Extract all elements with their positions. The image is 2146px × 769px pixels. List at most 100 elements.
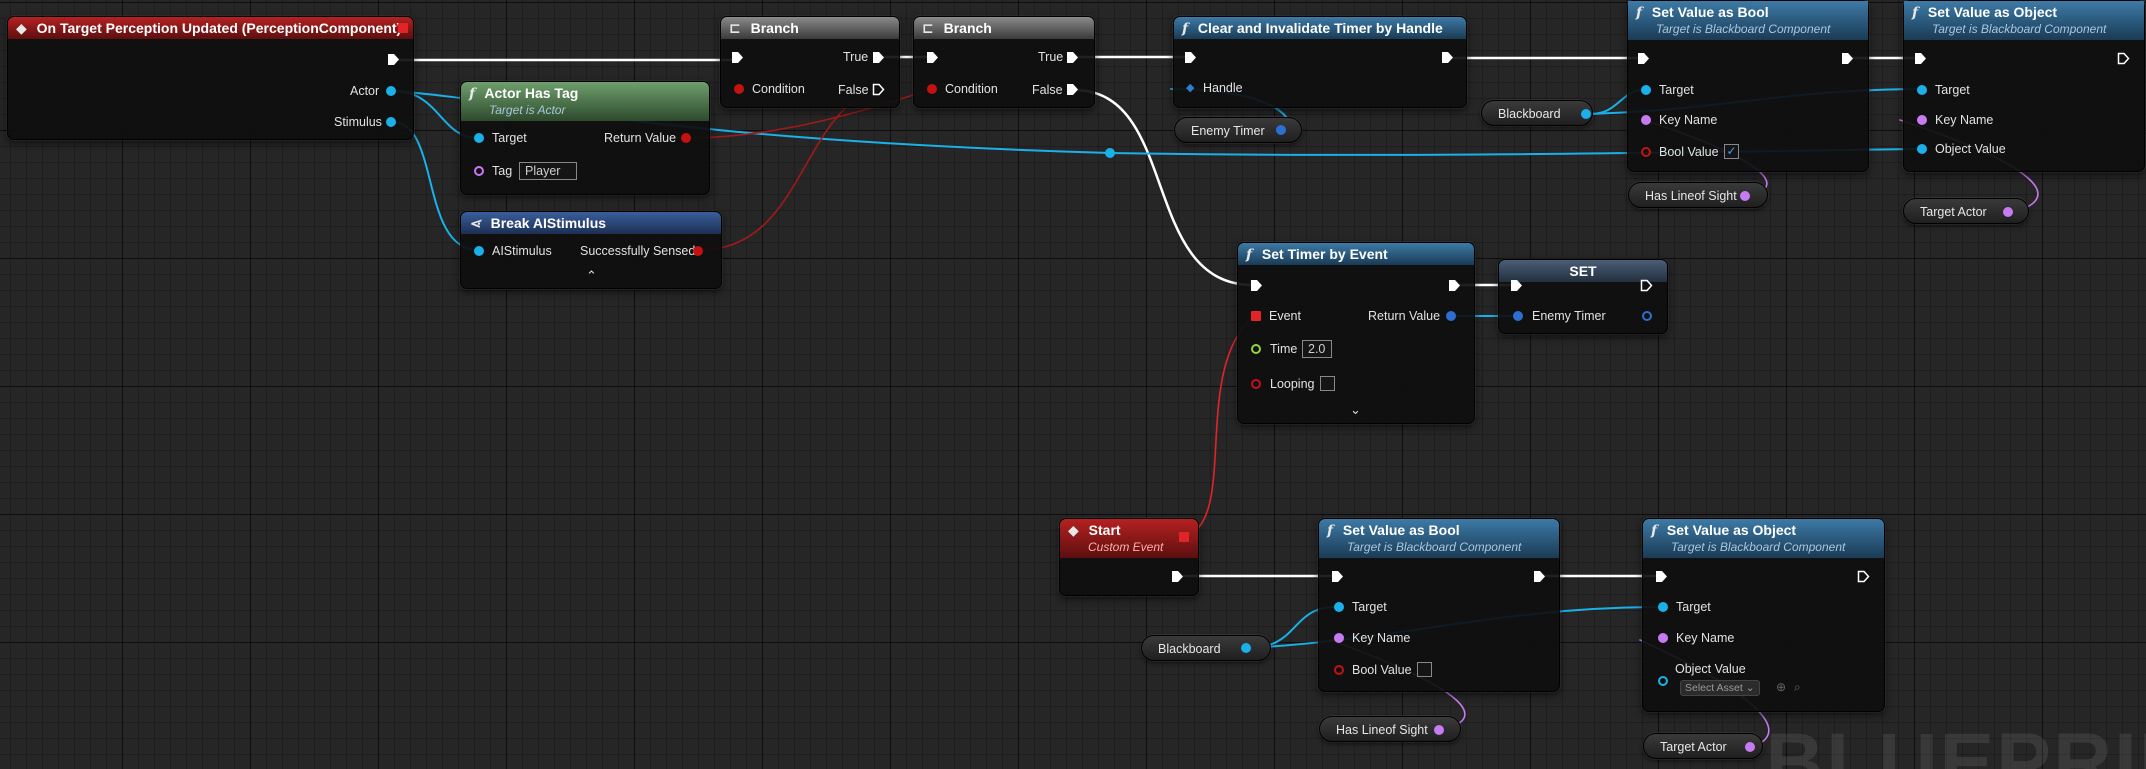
exec-out-pin[interactable] xyxy=(1857,570,1870,583)
exec-in-pin[interactable] xyxy=(1914,52,1927,65)
time-value-input[interactable]: 2.0 xyxy=(1302,340,1332,358)
key-name-pin[interactable] xyxy=(1658,633,1668,643)
use-selected-asset-icon[interactable]: ⊕ xyxy=(1776,680,1786,694)
exec-out-pin[interactable] xyxy=(1640,279,1653,292)
time-pin-label: Time xyxy=(1270,342,1298,356)
expand-chevron-icon[interactable]: ⌄ xyxy=(1350,402,1361,418)
enemy-timer-in-pin[interactable] xyxy=(1513,311,1523,321)
reroute-knot xyxy=(1105,148,1115,158)
branch-icon: ⊏ xyxy=(922,21,934,37)
tag-pin[interactable] xyxy=(474,166,484,176)
stimulus-pin-label: Stimulus xyxy=(334,115,382,129)
node-title: On Target Perception Updated (Perception… xyxy=(36,20,402,36)
event-delegate-pin[interactable] xyxy=(1251,311,1261,321)
variable-label: Target Actor xyxy=(1660,740,1727,754)
bool-value-pin[interactable] xyxy=(1641,147,1651,157)
time-pin[interactable] xyxy=(1251,344,1261,354)
target-pin[interactable] xyxy=(1641,85,1651,95)
exec-out-pin[interactable] xyxy=(1441,51,1454,64)
enemy-timer-pin[interactable] xyxy=(1276,125,1286,135)
tag-value-input[interactable]: Player xyxy=(519,162,577,180)
target-actor-pin[interactable] xyxy=(1745,742,1755,752)
select-asset-dropdown[interactable]: Select Asset ⌄ xyxy=(1680,680,1760,696)
looping-pin[interactable] xyxy=(1251,379,1261,389)
target-pin[interactable] xyxy=(1917,85,1927,95)
function-icon: f xyxy=(1327,523,1334,539)
target-actor-pin[interactable] xyxy=(2003,207,2013,217)
expand-chevron-icon[interactable]: ⌃ xyxy=(586,268,597,284)
false-pin-label: False xyxy=(1032,83,1063,97)
handle-pin-icon[interactable]: ◆ xyxy=(1186,81,1194,95)
exec-out-pin[interactable] xyxy=(1533,570,1546,583)
target-pin-label: Target xyxy=(1659,83,1694,97)
exec-in-pin[interactable] xyxy=(1510,279,1523,292)
exec-in-pin[interactable] xyxy=(1637,52,1650,65)
node-title: Start xyxy=(1088,522,1121,538)
target-pin[interactable] xyxy=(1658,602,1668,612)
exec-out-pin[interactable] xyxy=(387,53,400,66)
start-custom-event-node[interactable]: ◆ Start Custom Event xyxy=(1059,518,1199,596)
true-exec-pin[interactable] xyxy=(872,51,885,64)
exec-out-pin[interactable] xyxy=(1841,52,1854,65)
has-lineof-sight-pin[interactable] xyxy=(1434,725,1444,735)
bool-value-checkbox[interactable] xyxy=(1417,662,1432,677)
exec-in-pin[interactable] xyxy=(1184,51,1197,64)
blackboard-variable[interactable]: Blackboard xyxy=(1481,100,1593,126)
stimulus-pin[interactable] xyxy=(386,117,396,127)
key-name-pin-label: Key Name xyxy=(1935,113,1994,127)
key-name-pin[interactable] xyxy=(1334,633,1344,643)
return-value-pin[interactable] xyxy=(681,133,691,143)
branch-node-header: ⊏ Branch xyxy=(914,17,1094,39)
blackboard-variable[interactable]: Blackboard xyxy=(1141,635,1271,661)
blueprint-graph-canvas[interactable]: BLUEPRINT xyxy=(0,0,2146,769)
function-icon: f xyxy=(469,86,476,102)
exec-out-pin[interactable] xyxy=(1448,279,1461,292)
target-pin-label: Target xyxy=(1352,600,1387,614)
set-timer-by-event-node[interactable]: f Set Timer by Event xyxy=(1237,242,1475,424)
ai-stimulus-pin[interactable] xyxy=(474,246,484,256)
successfully-sensed-pin[interactable] xyxy=(693,246,703,256)
false-exec-pin[interactable] xyxy=(1066,83,1079,96)
true-exec-pin[interactable] xyxy=(1066,51,1079,64)
false-exec-pin[interactable] xyxy=(872,83,885,96)
enemy-timer-out-pin[interactable] xyxy=(1642,311,1652,321)
variable-label: Blackboard xyxy=(1498,107,1561,121)
set-value-as-object-node-bottom[interactable]: f Set Value as Object Target is Blackboa… xyxy=(1642,518,1885,712)
exec-out-pin[interactable] xyxy=(2117,52,2130,65)
condition-pin[interactable] xyxy=(927,84,937,94)
exec-in-pin[interactable] xyxy=(1331,570,1344,583)
return-value-pin-label: Return Value xyxy=(1368,309,1441,323)
blackboard-pin[interactable] xyxy=(1241,643,1251,653)
bool-value-pin-label: Bool Value xyxy=(1352,663,1412,677)
exec-out-pin[interactable] xyxy=(1171,570,1184,583)
key-name-pin[interactable] xyxy=(1917,115,1927,125)
bool-value-pin[interactable] xyxy=(1334,665,1344,675)
exec-in-pin[interactable] xyxy=(1655,570,1668,583)
object-value-pin[interactable] xyxy=(1917,144,1927,154)
true-pin-label: True xyxy=(1038,50,1064,64)
function-node-header: f Set Value as Object Target is Blackboa… xyxy=(1643,519,1884,558)
actor-pin[interactable] xyxy=(386,86,396,96)
node-subtitle: Custom Event xyxy=(1088,540,1164,554)
return-value-pin[interactable] xyxy=(1446,311,1456,321)
bool-value-checkbox[interactable]: ✓ xyxy=(1724,144,1739,159)
delegate-pin[interactable] xyxy=(398,23,408,33)
looping-checkbox[interactable] xyxy=(1320,376,1335,391)
delegate-out-pin[interactable] xyxy=(1179,532,1189,542)
exec-in-pin[interactable] xyxy=(926,51,939,64)
object-value-pin[interactable] xyxy=(1658,676,1668,686)
blackboard-pin[interactable] xyxy=(1581,109,1591,119)
key-name-pin[interactable] xyxy=(1641,115,1651,125)
condition-pin[interactable] xyxy=(734,84,744,94)
node-title: Set Value as Bool xyxy=(1342,522,1460,538)
target-pin[interactable] xyxy=(474,133,484,143)
target-pin[interactable] xyxy=(1334,602,1344,612)
event-node-header: ◆ Start Custom Event xyxy=(1060,519,1198,558)
function-icon: f xyxy=(1246,247,1253,263)
node-title: Set Value as Bool xyxy=(1651,4,1769,20)
exec-in-pin[interactable] xyxy=(1250,279,1263,292)
exec-in-pin[interactable] xyxy=(731,51,744,64)
break-struct-icon: ⋖ xyxy=(469,216,481,232)
has-lineof-sight-pin[interactable] xyxy=(1740,191,1750,201)
browse-asset-search-icon[interactable]: ⌕ xyxy=(1794,680,1801,695)
